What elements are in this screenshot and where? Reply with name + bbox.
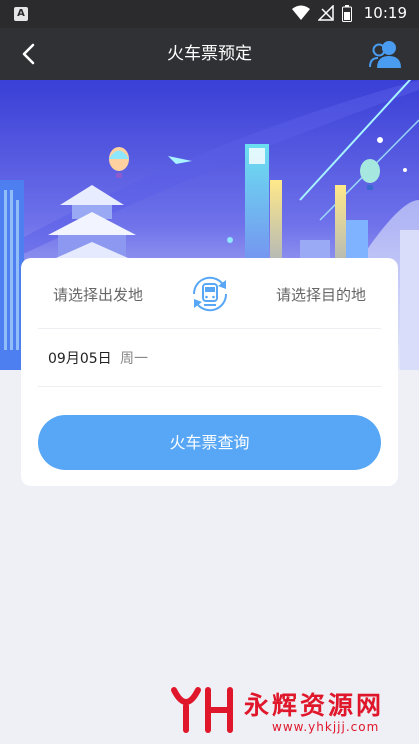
- train-swap-icon[interactable]: [188, 272, 232, 316]
- arrival-station[interactable]: 请选择目的地: [256, 284, 386, 305]
- departure-station[interactable]: 请选择出发地: [33, 284, 163, 305]
- page-title: 火车票预定: [167, 44, 252, 64]
- search-tickets-button[interactable]: 火车票查询: [38, 415, 381, 470]
- booking-card: 请选择出发地 请选择目的地 09月05日 周一 火车票查询: [21, 258, 398, 486]
- signal-off-icon: [317, 5, 334, 21]
- status-time: 10:19: [363, 4, 407, 22]
- battery-icon: [341, 4, 352, 22]
- user-group-icon[interactable]: [369, 39, 401, 69]
- app-notification-icon: A: [14, 7, 28, 21]
- watermark-url: www.yhkjjj.com: [272, 720, 380, 734]
- date-selector[interactable]: 09月05日 周一: [38, 328, 381, 386]
- nav-bar: 火车票预定: [0, 28, 419, 80]
- wifi-icon: [291, 5, 310, 20]
- status-indicators: 10:19: [291, 4, 407, 22]
- travel-weekday: 周一: [120, 351, 148, 367]
- watermark-text: 永辉资源网: [244, 691, 385, 720]
- status-bar: A 10:19: [0, 0, 419, 28]
- watermark: 永辉资源网 www.yhkjjj.com: [168, 680, 408, 738]
- divider: [38, 386, 381, 387]
- watermark-logo-icon: [171, 687, 233, 733]
- travel-date: 09月05日: [48, 351, 112, 367]
